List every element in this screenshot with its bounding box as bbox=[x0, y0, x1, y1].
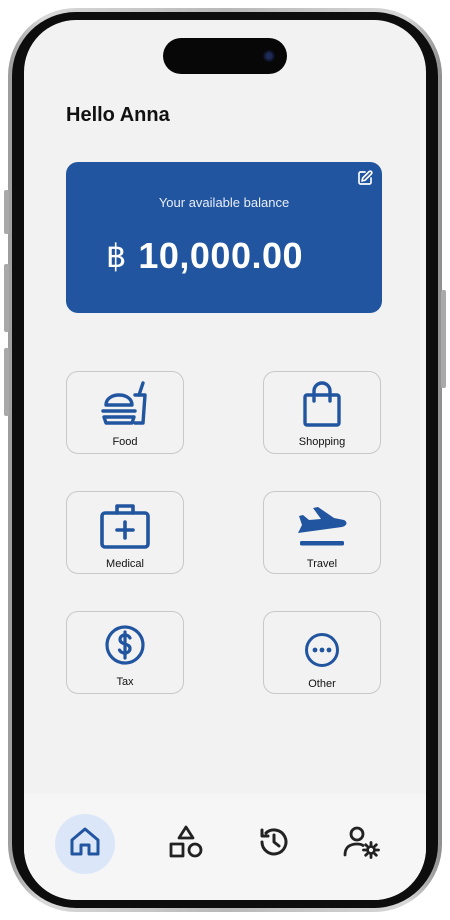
category-other-button[interactable]: Other bbox=[263, 611, 381, 694]
balance-card: Your available balance ฿ 10,000.00 bbox=[66, 162, 382, 313]
history-icon bbox=[257, 825, 291, 864]
category-label: Other bbox=[308, 678, 336, 690]
nav-history-button[interactable] bbox=[244, 814, 304, 874]
food-icon bbox=[67, 381, 183, 429]
nav-home-button[interactable] bbox=[55, 814, 115, 874]
bottom-nav bbox=[24, 794, 426, 900]
category-label: Tax bbox=[116, 676, 134, 688]
greeting-title: Hello Anna bbox=[66, 104, 170, 126]
category-medical-button[interactable]: Medical bbox=[66, 491, 184, 574]
balance-row: ฿ 10,000.00 bbox=[106, 235, 303, 277]
volume-down-button bbox=[4, 348, 9, 416]
app-screen: Hello Anna Your available balance ฿ 10,0… bbox=[24, 20, 426, 900]
nav-categories-button[interactable] bbox=[156, 814, 216, 874]
category-travel-button[interactable]: Travel bbox=[263, 491, 381, 574]
home-icon bbox=[68, 825, 102, 864]
currency-symbol: ฿ bbox=[106, 238, 127, 274]
category-label: Medical bbox=[106, 558, 144, 570]
category-label: Food bbox=[112, 436, 138, 448]
category-tax-button[interactable]: Tax bbox=[66, 611, 184, 694]
power-button bbox=[441, 290, 446, 388]
category-food-button[interactable]: Food bbox=[66, 371, 184, 454]
medical-kit-icon bbox=[67, 501, 183, 551]
balance-amount: 10,000.00 bbox=[138, 235, 304, 276]
category-label: Travel bbox=[306, 558, 338, 570]
airplane-departure-icon bbox=[264, 501, 380, 551]
user-settings-icon bbox=[343, 825, 381, 864]
front-camera bbox=[263, 50, 275, 62]
category-shopping-button[interactable]: Shopping bbox=[263, 371, 381, 454]
edit-icon[interactable] bbox=[356, 169, 374, 187]
shopping-bag-icon bbox=[264, 381, 380, 429]
category-label: Shopping bbox=[298, 436, 346, 448]
balance-label: Your available balance bbox=[158, 195, 290, 210]
dynamic-island bbox=[163, 38, 287, 74]
nav-account-settings-button[interactable] bbox=[332, 814, 392, 874]
action-button bbox=[4, 190, 9, 234]
dollar-circle-icon bbox=[67, 624, 183, 666]
volume-up-button bbox=[4, 264, 9, 332]
more-circle-icon bbox=[264, 632, 380, 668]
shapes-icon bbox=[168, 824, 204, 865]
